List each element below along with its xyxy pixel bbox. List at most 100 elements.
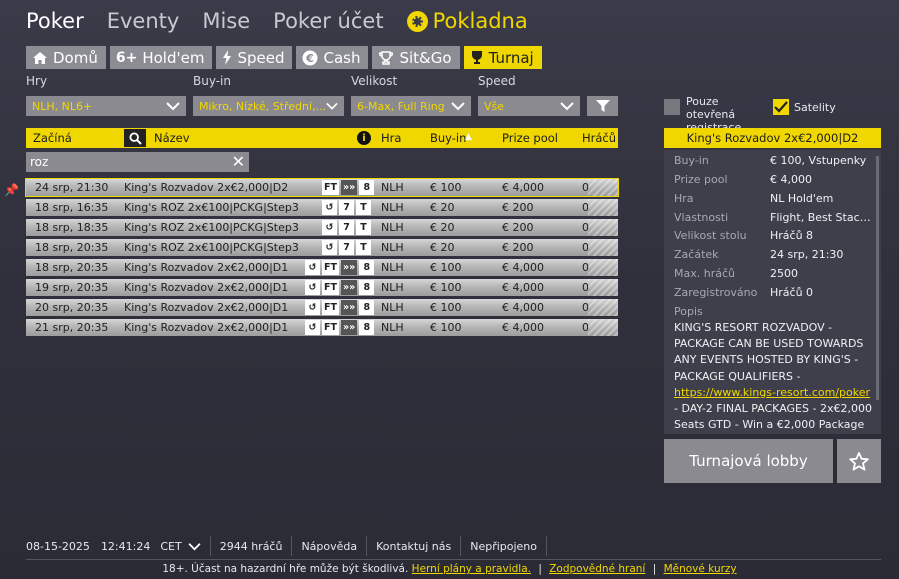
clear-icon[interactable]: ✕	[232, 154, 245, 170]
nav-poker-account[interactable]: Poker účet	[273, 9, 383, 33]
open-registration-checkbox[interactable]	[664, 99, 680, 115]
tournament-lobby-button[interactable]: Turnajová lobby	[664, 439, 833, 483]
chevron-down-icon	[166, 102, 180, 111]
row-name: King's Rozvadov 2x€2,000|D1	[124, 261, 289, 274]
col-players[interactable]: Hráčů	[582, 131, 616, 145]
satellites-label: Satelity	[794, 101, 836, 114]
ticket-badge: T	[356, 240, 371, 255]
table-row[interactable]: 18 srp, 18:35 King's ROZ 2x€100|PCKG|Ste…	[26, 219, 618, 236]
row-prize: € 200	[502, 201, 534, 214]
size-select[interactable]: 6-Max, Full Ring	[351, 96, 471, 116]
table-row[interactable]: 18 srp, 20:35 King's ROZ 2x€100|PCKG|Ste…	[26, 239, 618, 256]
tab-sitgo[interactable]: Sit&Go	[372, 46, 460, 69]
row-start: 18 srp, 20:35	[35, 241, 109, 254]
games-select[interactable]: NLH, NL6+	[26, 96, 186, 116]
table-header: Začíná Název i Hra Buy-in ▲ Prize pool H…	[26, 128, 618, 148]
sort-asc-icon: ▲	[465, 132, 472, 142]
tab-speed-label: Speed	[237, 48, 285, 67]
seats-badge: 8	[359, 260, 375, 275]
col-prize[interactable]: Prize pool	[502, 131, 558, 145]
tab-cash-label: Cash	[323, 48, 361, 67]
speed-select[interactable]: Vše	[478, 96, 580, 116]
row-game: NLH	[381, 241, 404, 254]
tournament-detail-panel: Buy-in € 100, Vstupenky Prize pool € 4,000…	[664, 150, 881, 434]
row-game: NLH	[381, 221, 404, 234]
lightning-icon	[222, 50, 232, 65]
poker-chip-icon	[406, 10, 428, 32]
status-time: 12:41:24	[100, 539, 151, 553]
col-start[interactable]: Začíná	[33, 131, 72, 145]
row-buyin: € 20	[430, 241, 455, 254]
row-name: King's ROZ 2x€100|PCKG|Step3	[124, 221, 299, 234]
tab-speed[interactable]: Speed	[216, 46, 293, 69]
footer-divider	[26, 559, 881, 560]
table-row[interactable]: 18 srp, 16:35 King's ROZ 2x€100|PCKG|Ste…	[26, 199, 618, 216]
table-row[interactable]: 19 srp, 20:35 King's Rozvadov 2x€2,000|D…	[26, 279, 618, 296]
rebuy-badge: ↺	[322, 240, 337, 255]
table-row[interactable]: 24 srp, 21:30 King's Rozvadov 2x€2,000|D…	[25, 178, 619, 197]
col-buyin[interactable]: Buy-in	[430, 131, 466, 145]
tab-cash[interactable]: € Cash	[296, 46, 369, 69]
final-table-badge: FT	[322, 320, 339, 335]
speed-filter-label: Speed	[478, 74, 516, 88]
size-select-value: 6-Max, Full Ring	[357, 99, 445, 113]
detail-scrollbar[interactable]	[876, 156, 879, 400]
col-game[interactable]: Hra	[381, 131, 401, 145]
filter-button[interactable]	[587, 96, 618, 116]
col-name[interactable]: Název	[154, 131, 190, 145]
help-link[interactable]: Nápověda	[301, 540, 357, 553]
rebuy-badge: ↺	[322, 220, 337, 235]
seats-badge: 8	[359, 180, 375, 195]
nav-missions[interactable]: Mise	[202, 9, 250, 33]
chevron-down-icon	[326, 102, 338, 110]
row-prize: € 200	[502, 221, 534, 234]
row-name: King's Rozvadov 2x€2,000|D1	[124, 281, 289, 294]
tab-home[interactable]: Domů	[26, 46, 106, 69]
tab-holdem[interactable]: 6+ Hold'em	[109, 46, 213, 69]
footer-warning: 18+. Účast na hazardní hře může být škod…	[162, 563, 409, 575]
responsible-gaming-link[interactable]: Zodpovědné hraní	[549, 563, 645, 575]
pin-icon[interactable]: 📌	[4, 183, 19, 197]
trophy-icon	[378, 50, 394, 66]
row-prize: € 4,000	[502, 321, 544, 334]
cup-icon	[470, 50, 484, 65]
row-start: 21 srp, 20:35	[35, 321, 109, 334]
timezone-select[interactable]: CET	[160, 540, 201, 553]
tab-tournament[interactable]: Turnaj	[463, 46, 542, 69]
seats-badge: 8	[359, 280, 375, 295]
search-icon[interactable]	[124, 129, 146, 147]
satellites-checkbox[interactable]	[773, 99, 789, 115]
exchange-rates-link[interactable]: Měnové kurzy	[664, 563, 737, 575]
contact-link[interactable]: Kontaktuj nás	[376, 540, 451, 553]
seats-badge: 7	[339, 220, 354, 235]
row-start: 20 srp, 20:35	[35, 301, 109, 314]
rebuy-badge: ↺	[305, 320, 320, 335]
seats-badge: 7	[339, 240, 354, 255]
game-rules-link[interactable]: Herní plány a pravidla.	[412, 563, 531, 575]
row-buyin: € 100	[430, 301, 462, 314]
row-name: King's ROZ 2x€100|PCKG|Step3	[124, 201, 299, 214]
connection-status: Nepřipojeno	[470, 539, 538, 553]
speed-badge: »»	[340, 320, 358, 335]
buyin-filter-label: Buy-in	[193, 74, 231, 88]
row-prize: € 4,000	[502, 301, 544, 314]
table-row[interactable]: 21 srp, 20:35 King's Rozvadov 2x€2,000|D…	[26, 319, 618, 336]
row-buyin: € 20	[430, 221, 455, 234]
table-row[interactable]: 20 srp, 20:35 King's Rozvadov 2x€2,000|D…	[26, 299, 618, 316]
info-icon[interactable]: i	[357, 131, 371, 145]
row-buyin: € 100	[430, 181, 462, 194]
status-date: 08-15-2025	[26, 539, 90, 553]
name-search-input[interactable]	[30, 155, 220, 169]
svg-text:€: €	[306, 52, 315, 65]
row-name: King's Rozvadov 2x€2,000|D1	[124, 301, 289, 314]
buyin-select[interactable]: Mikro, Nízké, Střední,...	[193, 96, 344, 116]
nav-events[interactable]: Eventy	[107, 9, 180, 33]
nav-poker[interactable]: Poker	[26, 9, 84, 33]
favorite-button[interactable]	[837, 439, 881, 483]
table-row[interactable]: 18 srp, 20:35 King's Rozvadov 2x€2,000|D…	[26, 259, 618, 276]
rebuy-badge: ↺	[305, 300, 320, 315]
row-name: King's Rozvadov 2x€2,000|D1	[124, 321, 289, 334]
kings-resort-link[interactable]: https://www.kings-resort.com/poker	[674, 386, 870, 399]
nav-cashier[interactable]: Pokladna	[406, 9, 528, 33]
row-game: NLH	[381, 181, 404, 194]
